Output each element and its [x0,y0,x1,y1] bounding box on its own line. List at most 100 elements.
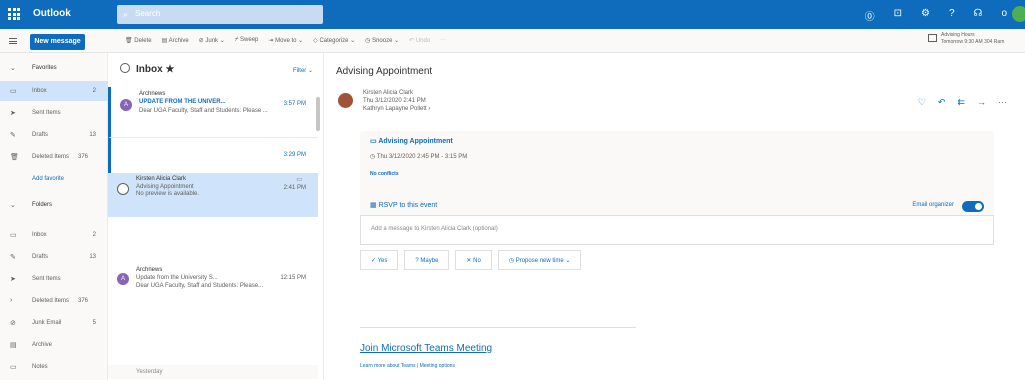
calendar-icon: ▭ [296,177,302,183]
reply-all-icon[interactable]: ⇇ [957,97,965,108]
message-title: Advising Appointment [336,66,433,77]
pencil-icon: ✎ [10,132,16,139]
tentative-button[interactable]: ? Maybe [404,250,450,270]
avatar: A [117,273,129,285]
command-list: 🗑 Delete ▤ Archive ⊘ Junk ⌄ ⌿ Sweep ⇥ Mo… [125,37,446,44]
more-icon[interactable]: ··· [998,97,1007,108]
trash-icon: 🗑 [10,154,19,161]
avatar[interactable] [1012,6,1025,22]
teams-links: Learn more about Teams | Meeting options [360,363,455,369]
favorites-header[interactable]: ⌄ Favorites [0,58,108,78]
sidebar-item-sent-2[interactable]: ➤ Sent Items [0,269,108,289]
top-bar-icons: ⓪ ⊡ ⚙ ? ☊ o [865,8,1007,23]
list-item[interactable]: A Archnews Update from the University S.… [108,261,318,309]
email-organizer-toggle[interactable] [962,201,984,212]
archive-button[interactable]: ▤ Archive [162,37,189,44]
feedback-icon[interactable]: ⊡ [894,8,902,23]
select-all-checkbox[interactable] [120,63,130,73]
megaphone-icon[interactable]: ☊ [974,8,983,23]
move-to-button[interactable]: ⇥ Move to ⌄ [268,37,303,44]
help-icon[interactable]: ? [949,8,955,23]
skype-icon[interactable]: ⓪ [865,8,875,23]
meeting-card: ▭ Advising Appointment ◷ Thu 3/12/2020 2… [360,131,994,245]
rsvp-message-input[interactable]: Add a message to Kirsten Alicia Clark (o… [360,215,994,245]
delete-button[interactable]: 🗑 Delete [125,37,152,44]
chevron-down-icon: ⌄ [10,65,16,72]
avatar: A [120,99,132,111]
folder-pane: ⌄ Favorites ▭ Inbox 2 ➤ Sent Items ✎ Drafts 13… [0,53,108,380]
new-message-button[interactable]: New message [30,34,85,50]
recipient[interactable]: Kathryn Lapayne Pollett › [363,105,430,113]
calendar-icon: ▦ [370,202,377,209]
more-button[interactable]: ··· [440,37,446,44]
message-date: Thu 3/12/2020 2:41 PM [363,98,426,104]
chevron-down-icon: ⌄ [10,202,16,209]
forward-icon[interactable]: → [977,97,986,108]
sidebar-item-inbox[interactable]: ▭ Inbox 2 [0,81,108,101]
sender-name[interactable]: Kirsten Alicia Clark [363,89,430,97]
sidebar-item-drafts[interactable]: ✎ Drafts 13 [0,125,108,145]
inbox-icon: ▭ [10,232,17,239]
scrollbar[interactable] [316,97,320,131]
sidebar-item-deleted[interactable]: 🗑 Deleted Items 376 [0,147,108,167]
learn-more-link[interactable]: Learn more about Teams [360,363,416,369]
categorize-button[interactable]: ◇ Categorize ⌄ [313,37,355,44]
notes-icon: ▭ [10,364,17,371]
filter-button[interactable]: Filter ⌄ [293,67,313,74]
chevron-right-icon: › [10,297,13,304]
calendar-icon [928,34,937,42]
teams-join-link[interactable]: Join Microsoft Teams Meeting [360,343,492,354]
rsvp-label: ▦ RSVP to this event [370,202,438,209]
list-item[interactable]: Kirsten Alicia Clark Advising Appointmen… [108,173,318,217]
upcoming-event-title: Advising Hours [941,32,975,38]
send-icon: ➤ [10,110,16,117]
app-launcher-icon[interactable] [8,8,20,20]
top-bar: Outlook ⌕ Search ⓪ ⊡ ⚙ ? ☊ o [0,0,1025,29]
list-item[interactable]: 3:29 PM [108,137,318,173]
message-header: Kirsten Alicia Clark Thu 3/12/2020 2:41 … [363,89,430,113]
select-checkbox[interactable] [117,183,129,195]
upcoming-event-time: Tomorrow 9:30 AM 304 Ram [941,39,1005,45]
sweep-button[interactable]: ⌿ Sweep [235,37,259,44]
junk-button[interactable]: ⊘ Junk ⌄ [199,37,225,44]
folders-header[interactable]: ⌄ Folders [0,195,108,215]
star-icon[interactable]: ★ [165,64,174,75]
list-item[interactable]: A Archnews UPDATE FROM THE UNIVER... 3:5… [108,87,318,137]
sidebar-item-inbox-2[interactable]: ▭ Inbox 2 [0,225,108,245]
response-buttons: ✓ Yes ? Maybe ✕ No ◷ Propose new time ⌄ [360,250,582,270]
search-icon: ⌕ [123,9,129,19]
sidebar-item-sent[interactable]: ➤ Sent Items [0,103,108,123]
message-actions: ♡ ↶ ⇇ → ··· [918,97,1007,108]
send-icon: ➤ [10,276,16,283]
undo-button[interactable]: ↶ Undo [409,37,430,44]
add-favorite-link[interactable]: Add favorite [0,169,108,189]
settings-icon[interactable]: ⚙ [921,8,930,23]
account-icon[interactable]: o [1001,8,1007,23]
accept-button[interactable]: ✓ Yes [360,250,399,270]
email-organizer-label: Email organizer [912,202,954,208]
conflicts-link[interactable]: No conflicts [370,171,399,177]
app-title[interactable]: Outlook [33,8,71,19]
like-icon[interactable]: ♡ [918,97,926,108]
decline-button[interactable]: ✕ No [455,250,492,270]
upcoming-event[interactable]: Advising Hours Tomorrow 9:30 AM 304 Ram [928,32,1004,46]
sidebar-item-deleted-2[interactable]: › Deleted Items 376 [0,291,108,311]
clock-icon: ◷ [370,154,376,160]
meeting-options-link[interactable]: Meeting options [420,363,455,369]
snooze-button[interactable]: ◷ Snooze ⌄ [365,37,399,44]
pencil-icon: ✎ [10,254,16,261]
sidebar-item-drafts-2[interactable]: ✎ Drafts 13 [0,247,108,267]
propose-time-button[interactable]: ◷ Propose new time ⌄ [497,250,582,270]
group-header: Yesterday [108,365,318,379]
sidebar-item-junk[interactable]: ⊘ Junk Email 5 [0,313,108,333]
search-input[interactable]: ⌕ Search [117,5,323,24]
junk-icon: ⊘ [10,320,16,327]
calendar-icon: ▭ [370,138,377,145]
command-bar: New message 🗑 Delete ▤ Archive ⊘ Junk ⌄ … [0,29,1025,53]
sidebar-item-notes[interactable]: ▭ Notes [0,357,108,377]
archive-icon: ▤ [10,342,17,349]
sidebar-item-archive[interactable]: ▤ Archive [0,335,108,355]
reply-icon[interactable]: ↶ [938,97,946,108]
message-list: Inbox ★ Filter ⌄ A Archnews UPDATE FROM … [108,53,324,380]
hamburger-icon[interactable] [9,38,17,44]
